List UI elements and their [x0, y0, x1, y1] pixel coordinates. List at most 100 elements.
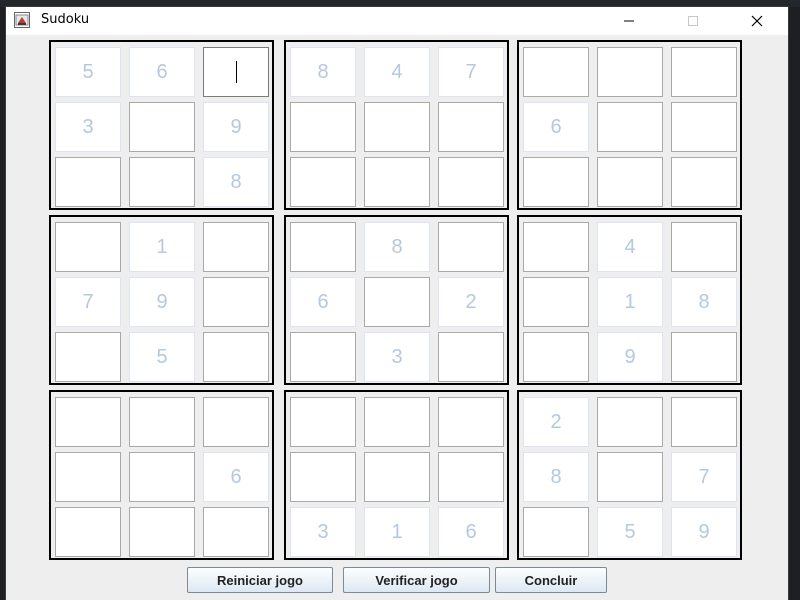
title-bar[interactable]: Sudoku [6, 7, 788, 35]
sudoku-cell[interactable] [129, 157, 195, 207]
sudoku-cell[interactable]: 6 [290, 277, 356, 327]
app-icon [14, 12, 30, 28]
sudoku-cell[interactable]: 5 [55, 47, 121, 97]
sudoku-cell[interactable] [671, 222, 737, 272]
sudoku-cell[interactable] [203, 332, 269, 382]
sudoku-cell[interactable] [55, 222, 121, 272]
sudoku-cell[interactable] [671, 102, 737, 152]
sudoku-cell[interactable] [438, 452, 504, 502]
sudoku-cell[interactable]: 3 [55, 102, 121, 152]
sudoku-cell[interactable] [438, 222, 504, 272]
maximize-button[interactable] [670, 7, 716, 35]
sudoku-cell[interactable] [55, 397, 121, 447]
sudoku-cell[interactable] [203, 397, 269, 447]
sudoku-cell[interactable] [55, 157, 121, 207]
sudoku-cell[interactable] [290, 332, 356, 382]
sudoku-cell[interactable] [364, 452, 430, 502]
sudoku-cell[interactable] [671, 157, 737, 207]
sudoku-cell[interactable] [290, 452, 356, 502]
sudoku-cell[interactable] [364, 157, 430, 207]
close-button[interactable] [734, 7, 780, 35]
sudoku-cell[interactable]: 1 [364, 507, 430, 557]
sudoku-cell[interactable]: 9 [671, 507, 737, 557]
sudoku-block: 6 [517, 40, 742, 210]
sudoku-cell[interactable] [597, 397, 663, 447]
sudoku-cell[interactable]: 5 [129, 332, 195, 382]
sudoku-cell[interactable] [438, 157, 504, 207]
sudoku-cell[interactable]: 6 [523, 102, 589, 152]
sudoku-cell[interactable] [203, 277, 269, 327]
sudoku-cell[interactable]: 7 [55, 277, 121, 327]
sudoku-cell[interactable] [203, 507, 269, 557]
sudoku-block: 563 98 [49, 40, 274, 210]
sudoku-cell[interactable]: 4 [597, 222, 663, 272]
sudoku-cell[interactable]: 7 [671, 452, 737, 502]
sudoku-cell[interactable] [364, 397, 430, 447]
sudoku-cell[interactable] [671, 397, 737, 447]
sudoku-cell[interactable] [671, 332, 737, 382]
sudoku-cell[interactable]: 3 [364, 332, 430, 382]
sudoku-cell[interactable]: 2 [438, 277, 504, 327]
sudoku-cell[interactable] [129, 452, 195, 502]
sudoku-cell[interactable]: 8 [364, 222, 430, 272]
sudoku-cell[interactable] [290, 102, 356, 152]
sudoku-cell[interactable] [597, 102, 663, 152]
sudoku-cell[interactable]: 3 [290, 507, 356, 557]
sudoku-cell[interactable] [203, 222, 269, 272]
sudoku-cell[interactable] [671, 47, 737, 97]
sudoku-cell[interactable] [55, 332, 121, 382]
sudoku-cell[interactable] [129, 507, 195, 557]
sudoku-cell[interactable] [290, 157, 356, 207]
sudoku-cell[interactable] [290, 397, 356, 447]
reset-game-button[interactable]: Reiniciar jogo [187, 567, 333, 593]
sudoku-cell[interactable] [523, 222, 589, 272]
sudoku-cell[interactable] [523, 157, 589, 207]
sudoku-cell[interactable]: 9 [129, 277, 195, 327]
sudoku-cell[interactable]: 8 [290, 47, 356, 97]
sudoku-cell[interactable] [523, 507, 589, 557]
sudoku-cell[interactable] [597, 452, 663, 502]
sudoku-cell[interactable] [438, 332, 504, 382]
text-caret [235, 61, 237, 83]
sudoku-cell[interactable]: 6 [129, 47, 195, 97]
sudoku-cell[interactable]: 4 [364, 47, 430, 97]
sudoku-cell[interactable] [203, 47, 269, 97]
sudoku-cell[interactable]: 1 [129, 222, 195, 272]
sudoku-cell[interactable] [129, 397, 195, 447]
sudoku-cell[interactable]: 7 [438, 47, 504, 97]
sudoku-cell[interactable] [438, 102, 504, 152]
sudoku-cell[interactable] [597, 157, 663, 207]
sudoku-block: 4189 [517, 215, 742, 385]
sudoku-cell[interactable] [290, 222, 356, 272]
sudoku-cell[interactable] [55, 507, 121, 557]
close-icon [751, 15, 763, 27]
sudoku-cell[interactable]: 6 [203, 452, 269, 502]
sudoku-cell[interactable] [364, 277, 430, 327]
sudoku-cell[interactable] [129, 102, 195, 152]
sudoku-cell[interactable]: 8 [523, 452, 589, 502]
sudoku-cell[interactable] [597, 47, 663, 97]
sudoku-cell[interactable]: 2 [523, 397, 589, 447]
verify-game-button[interactable]: Verificar jogo [343, 567, 490, 593]
sudoku-cell[interactable] [523, 332, 589, 382]
sudoku-cell[interactable]: 8 [203, 157, 269, 207]
minimize-button[interactable] [606, 7, 652, 35]
sudoku-cell[interactable] [55, 452, 121, 502]
sudoku-block: 1795 [49, 215, 274, 385]
sudoku-cell[interactable]: 8 [671, 277, 737, 327]
sudoku-cell[interactable] [438, 397, 504, 447]
sudoku-cell[interactable]: 9 [203, 102, 269, 152]
sudoku-cell[interactable] [364, 102, 430, 152]
sudoku-cell[interactable]: 1 [597, 277, 663, 327]
sudoku-cell[interactable]: 5 [597, 507, 663, 557]
sudoku-block: 86 23 [284, 215, 509, 385]
sudoku-block: 316 [284, 390, 509, 560]
sudoku-cell[interactable]: 6 [438, 507, 504, 557]
sudoku-cell[interactable] [523, 277, 589, 327]
sudoku-block: 6 [49, 390, 274, 560]
minimize-icon [624, 20, 634, 22]
sudoku-cell[interactable] [523, 47, 589, 97]
sudoku-cell[interactable]: 9 [597, 332, 663, 382]
maximize-icon [688, 16, 698, 26]
finish-button[interactable]: Concluir [495, 567, 607, 593]
